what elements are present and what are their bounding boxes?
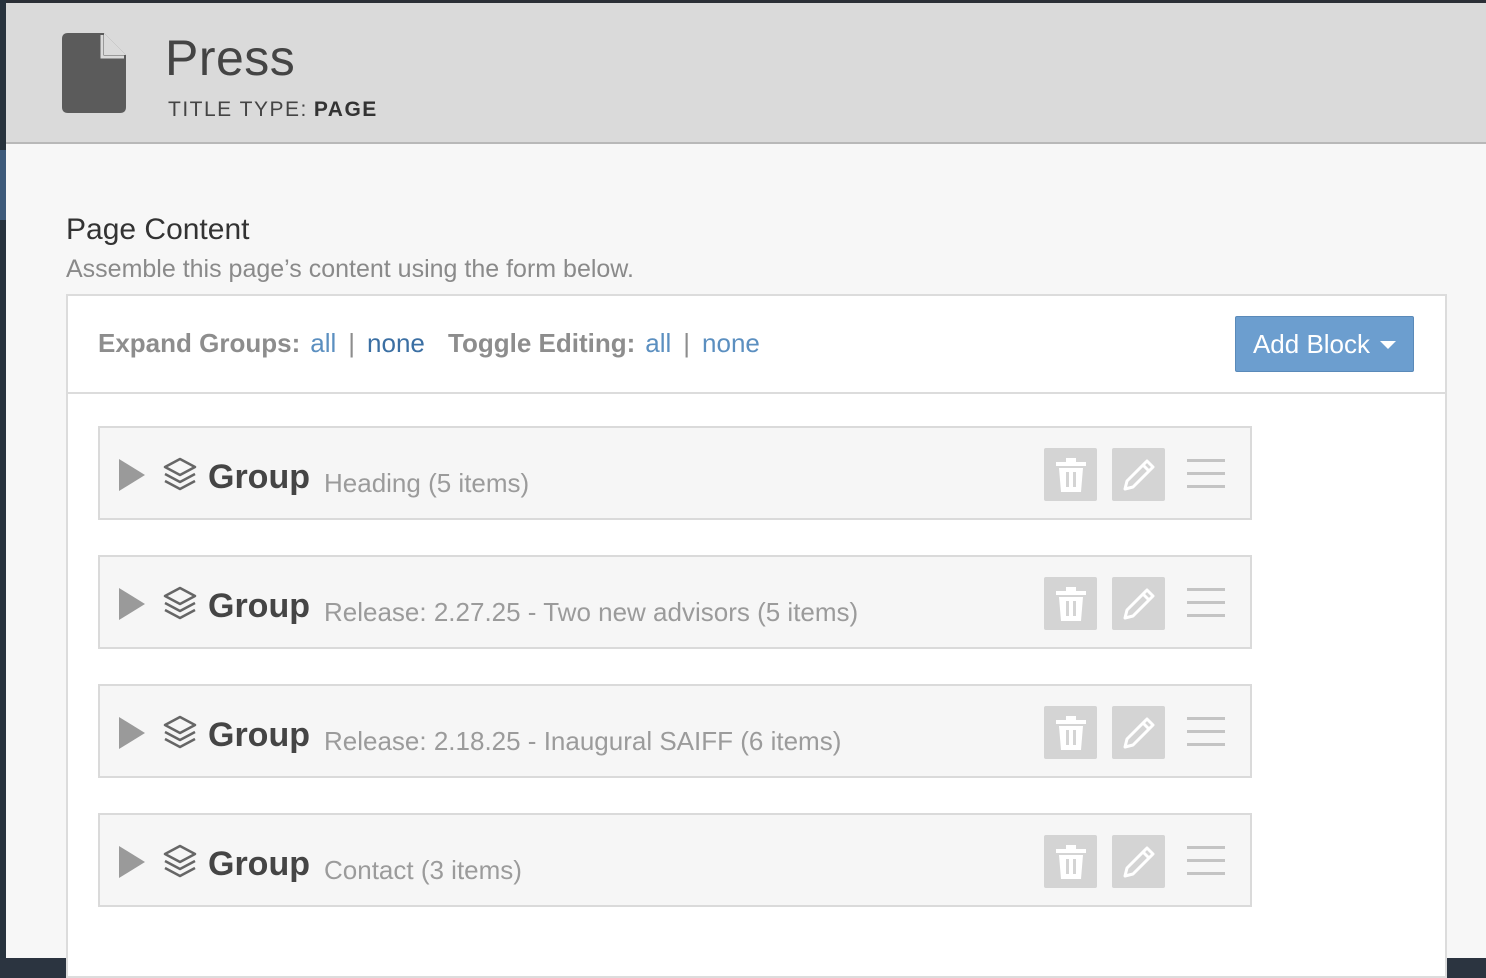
drag-handle-icon[interactable] — [1187, 717, 1225, 747]
edit-button[interactable] — [1112, 706, 1165, 759]
expand-all-link[interactable]: all — [310, 328, 336, 358]
pencil-icon — [1123, 717, 1154, 748]
toggle-none-link[interactable]: none — [702, 328, 760, 358]
title-type-value: PAGE — [313, 98, 378, 121]
expand-groups-control: Expand Groups: all | none — [98, 328, 425, 359]
drag-handle-icon[interactable] — [1187, 459, 1225, 489]
drag-handle-icon[interactable] — [1187, 846, 1225, 876]
group-description: Release: 2.27.25 - Two new advisors (5 i… — [324, 597, 859, 627]
edit-button[interactable] — [1112, 577, 1165, 630]
trash-icon — [1055, 457, 1086, 492]
document-icon — [62, 33, 126, 113]
delete-button[interactable] — [1044, 577, 1097, 630]
triangle-right-icon[interactable] — [119, 459, 145, 491]
group-row[interactable]: Group Contact (3 items) — [98, 813, 1252, 907]
delete-button[interactable] — [1044, 706, 1097, 759]
delete-button[interactable] — [1044, 835, 1097, 888]
blocks-toolbar: Expand Groups: all | none Toggle Editing: al… — [68, 296, 1445, 394]
toggle-editing-label: Toggle Editing: — [448, 328, 636, 358]
edit-button[interactable] — [1112, 835, 1165, 888]
layers-icon — [163, 586, 197, 620]
pencil-icon — [1123, 459, 1154, 490]
drag-handle-icon[interactable] — [1187, 588, 1225, 618]
layers-icon — [163, 844, 197, 878]
pencil-icon — [1123, 588, 1154, 619]
trash-icon — [1055, 844, 1086, 879]
content-editor: Press TITLE TYPE: PAGE Page Content Assem… — [6, 3, 1486, 978]
title-type-label: TITLE TYPE: — [168, 98, 308, 121]
separator: | — [683, 328, 691, 358]
group-label: Group — [208, 458, 310, 496]
group-row[interactable]: Group Release: 2.27.25 - Two new advisor… — [98, 555, 1252, 649]
layers-icon — [163, 715, 197, 749]
group-row[interactable]: Group Release: 2.18.25 - Inaugural SAIFF… — [98, 684, 1252, 778]
layers-icon — [163, 457, 197, 491]
page-title: Press — [165, 30, 296, 86]
section-subtitle: Assemble this page’s content using the f… — [66, 255, 634, 283]
triangle-right-icon[interactable] — [119, 588, 145, 620]
group-label: Group — [208, 587, 310, 625]
toggle-all-link[interactable]: all — [645, 328, 671, 358]
section-title: Page Content — [66, 213, 250, 246]
add-block-label: Add Block — [1252, 328, 1371, 359]
triangle-right-icon[interactable] — [119, 846, 145, 878]
separator: | — [348, 328, 356, 358]
title-type: TITLE TYPE: PAGE — [168, 98, 378, 122]
edit-button[interactable] — [1112, 448, 1165, 501]
trash-icon — [1055, 715, 1086, 750]
add-block-button[interactable]: Add Block — [1235, 316, 1414, 372]
group-description: Contact (3 items) — [324, 855, 522, 885]
caret-down-icon — [1380, 341, 1397, 349]
pencil-icon — [1123, 846, 1154, 877]
group-description: Heading (5 items) — [324, 468, 530, 498]
page-header: Press TITLE TYPE: PAGE — [6, 3, 1486, 144]
group-description: Release: 2.18.25 - Inaugural SAIFF (6 it… — [324, 726, 842, 756]
group-label: Group — [208, 716, 310, 754]
delete-button[interactable] — [1044, 448, 1097, 501]
expand-none-link[interactable]: none — [367, 328, 425, 358]
toggle-editing-control: Toggle Editing: all | none — [448, 328, 760, 359]
triangle-right-icon[interactable] — [119, 717, 145, 749]
group-row[interactable]: Group Heading (5 items) — [98, 426, 1252, 520]
expand-groups-label: Expand Groups: — [98, 328, 301, 358]
blocks-panel: Expand Groups: all | none Toggle Editing: al… — [66, 294, 1447, 978]
group-label: Group — [208, 845, 310, 883]
trash-icon — [1055, 586, 1086, 621]
